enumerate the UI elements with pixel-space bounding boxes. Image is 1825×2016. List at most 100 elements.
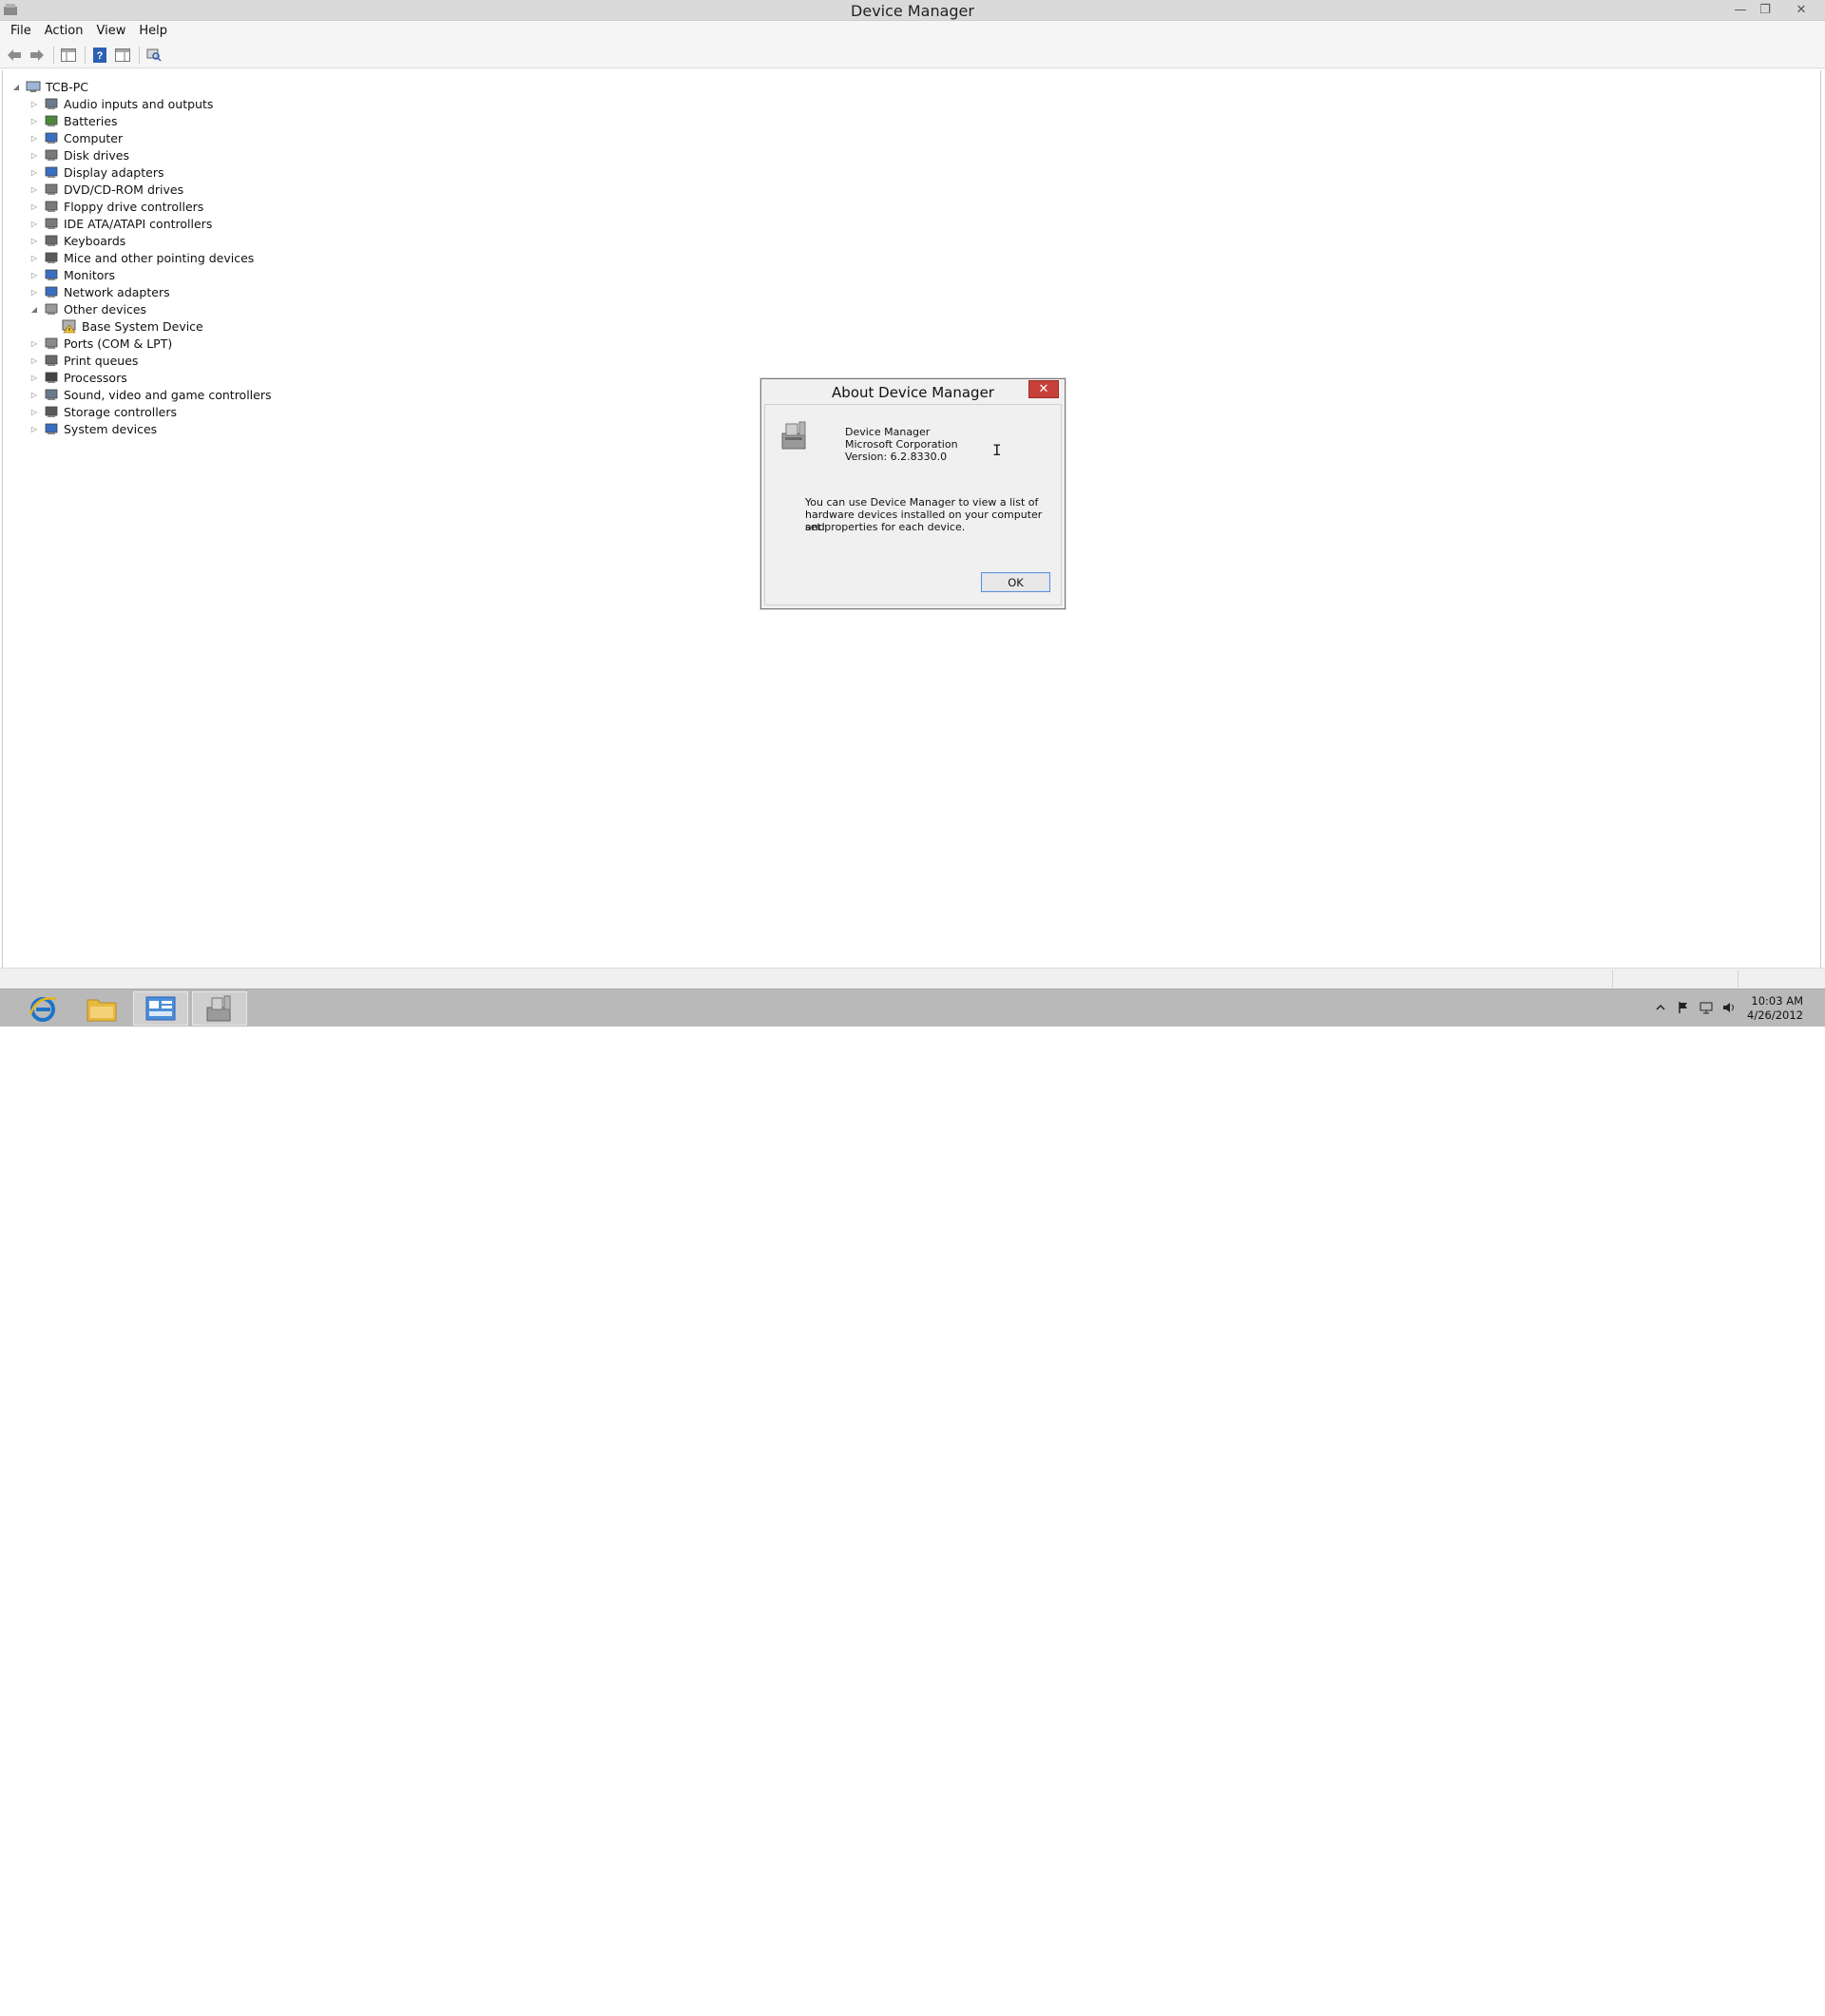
taskbar-device-manager-button[interactable] — [192, 991, 247, 1026]
help-icon: ? — [93, 47, 106, 63]
expand-arrow-icon[interactable]: ▷ — [29, 286, 40, 298]
back-button[interactable] — [4, 45, 25, 66]
processor-icon — [44, 370, 59, 385]
control-panel-icon — [145, 996, 176, 1021]
window-title: Device Manager — [851, 2, 974, 20]
status-divider — [1612, 970, 1613, 988]
tree-category-item[interactable]: ▷ Computer — [29, 129, 123, 146]
tree-category-item[interactable]: ▷ Disk drives — [29, 146, 129, 163]
show-hide-action-pane-button[interactable] — [112, 45, 133, 66]
taskbar-file-explorer-button[interactable] — [74, 991, 129, 1026]
collapse-arrow-icon[interactable]: ◢ — [10, 81, 22, 92]
other-devices-icon — [44, 301, 59, 317]
tree-device-item[interactable]: Base System Device — [62, 317, 203, 335]
expand-arrow-icon[interactable]: ▷ — [29, 372, 40, 383]
expand-arrow-icon[interactable]: ▷ — [29, 389, 40, 400]
toolbar-separator — [53, 46, 54, 64]
show-hide-console-tree-button[interactable] — [58, 45, 79, 66]
menu-file[interactable]: File — [4, 22, 38, 41]
expand-arrow-icon[interactable]: ▷ — [29, 201, 40, 212]
restore-icon: ❐ — [1759, 2, 1771, 17]
monitor-icon — [44, 267, 59, 282]
expand-arrow-icon[interactable]: ▷ — [29, 235, 40, 246]
expand-arrow-icon[interactable]: ▷ — [29, 406, 40, 417]
tree-category-item[interactable]: ▷ DVD/CD-ROM drives — [29, 181, 183, 198]
tree-category-item[interactable]: ▷ Batteries — [29, 112, 118, 129]
volume-icon[interactable] — [1722, 1001, 1736, 1014]
scan-hardware-icon — [146, 48, 162, 62]
expand-arrow-icon[interactable]: ▷ — [29, 149, 40, 161]
expand-arrow-icon[interactable]: ▷ — [29, 423, 40, 434]
tree-category-label: System devices — [64, 421, 158, 436]
tree-category-label: Computer — [64, 130, 124, 145]
dialog-close-button[interactable]: ✕ — [1028, 380, 1059, 398]
status-bar — [0, 968, 1825, 989]
menu-view[interactable]: View — [89, 22, 132, 41]
floppy-controller-icon — [44, 199, 59, 214]
tree-category-label: DVD/CD-ROM drives — [64, 182, 184, 197]
tree-category-item[interactable]: ◢ Other devices — [29, 300, 146, 317]
collapse-arrow-icon[interactable]: ◢ — [29, 303, 40, 315]
expand-arrow-icon[interactable]: ▷ — [29, 218, 40, 229]
tree-category-item[interactable]: ▷ Processors — [29, 369, 127, 386]
tree-category-item[interactable]: ▷ Network adapters — [29, 283, 170, 300]
tree-category-item[interactable]: ▷ IDE ATA/ATAPI controllers — [29, 215, 212, 232]
expand-arrow-icon[interactable]: ▷ — [29, 98, 40, 109]
taskbar-clock[interactable]: 10:03 AM 4/26/2012 — [1747, 994, 1803, 1023]
description-line: set properties for each device. — [805, 521, 966, 533]
expand-arrow-icon[interactable]: ▷ — [29, 166, 40, 178]
tree-category-item[interactable]: ▷ Keyboards — [29, 232, 125, 249]
menu-action[interactable]: Action — [38, 22, 90, 41]
expand-arrow-icon[interactable]: ▷ — [29, 183, 40, 195]
scan-hardware-changes-button[interactable] — [144, 45, 164, 66]
tree-category-label: Keyboards — [64, 233, 126, 248]
expand-arrow-icon[interactable]: ▷ — [29, 115, 40, 126]
description-line: You can use Device Manager to view a lis… — [805, 496, 1039, 509]
storage-controller-icon — [44, 404, 59, 419]
tree-category-item[interactable]: ▷ Ports (COM & LPT) — [29, 335, 172, 352]
close-button[interactable]: ✕ — [1787, 0, 1815, 19]
mouse-icon — [44, 250, 59, 265]
tree-category-item[interactable]: ▷ Print queues — [29, 352, 138, 369]
taskbar-control-panel-button[interactable] — [133, 991, 188, 1026]
tree-category-item[interactable]: ▷ Audio inputs and outputs — [29, 95, 213, 112]
expand-arrow-icon[interactable]: ▷ — [29, 269, 40, 280]
status-divider — [1738, 970, 1739, 988]
tree-category-label: Network adapters — [64, 284, 170, 299]
expand-arrow-icon[interactable]: ▷ — [29, 132, 40, 144]
tree-category-label: Ports (COM & LPT) — [64, 336, 173, 351]
tree-category-item[interactable]: ▷ System devices — [29, 420, 157, 437]
computer-icon — [26, 79, 41, 94]
port-icon — [44, 336, 59, 351]
taskbar-internet-explorer-button[interactable] — [15, 991, 70, 1026]
expand-arrow-icon[interactable]: ▷ — [29, 337, 40, 349]
toolbar-separator — [139, 46, 140, 64]
printer-icon — [44, 353, 59, 368]
tree-root[interactable]: ◢ TCB-PC — [10, 78, 88, 95]
menu-help[interactable]: Help — [132, 22, 174, 41]
forward-button[interactable] — [27, 45, 48, 66]
tree-category-item[interactable]: ▷ Display adapters — [29, 163, 164, 181]
toolbar-separator — [85, 46, 86, 64]
show-hidden-icons-icon[interactable] — [1654, 1001, 1667, 1014]
help-button[interactable]: ? — [89, 45, 110, 66]
tree-category-item[interactable]: ▷ Sound, video and game controllers — [29, 386, 272, 403]
expand-arrow-icon[interactable]: ▷ — [29, 252, 40, 263]
tree-category-item[interactable]: ▷ Floppy drive controllers — [29, 198, 203, 215]
tree-category-item[interactable]: ▷ Monitors — [29, 266, 115, 283]
expand-arrow-icon[interactable]: ▷ — [29, 355, 40, 366]
sound-controller-icon — [44, 387, 59, 402]
restore-button[interactable]: ❐ — [1753, 0, 1777, 19]
network-icon[interactable] — [1700, 1001, 1713, 1014]
tree-category-item[interactable]: ▷ Storage controllers — [29, 403, 177, 420]
title-bar[interactable]: Device Manager — ❐ ✕ — [0, 0, 1825, 21]
tree-root-label: TCB-PC — [46, 79, 88, 94]
display-adapter-icon — [44, 164, 59, 180]
watermark-text: TheCollectionBook — [1639, 1987, 1790, 2006]
ok-button[interactable]: OK — [981, 572, 1050, 592]
tree-category-item[interactable]: ▷ Mice and other pointing devices — [29, 249, 254, 266]
action-center-flag-icon[interactable] — [1677, 1001, 1690, 1014]
device-manager-icon — [206, 995, 231, 1022]
toolbar: ? — [0, 42, 1825, 68]
minimize-button[interactable]: — — [1728, 0, 1753, 19]
